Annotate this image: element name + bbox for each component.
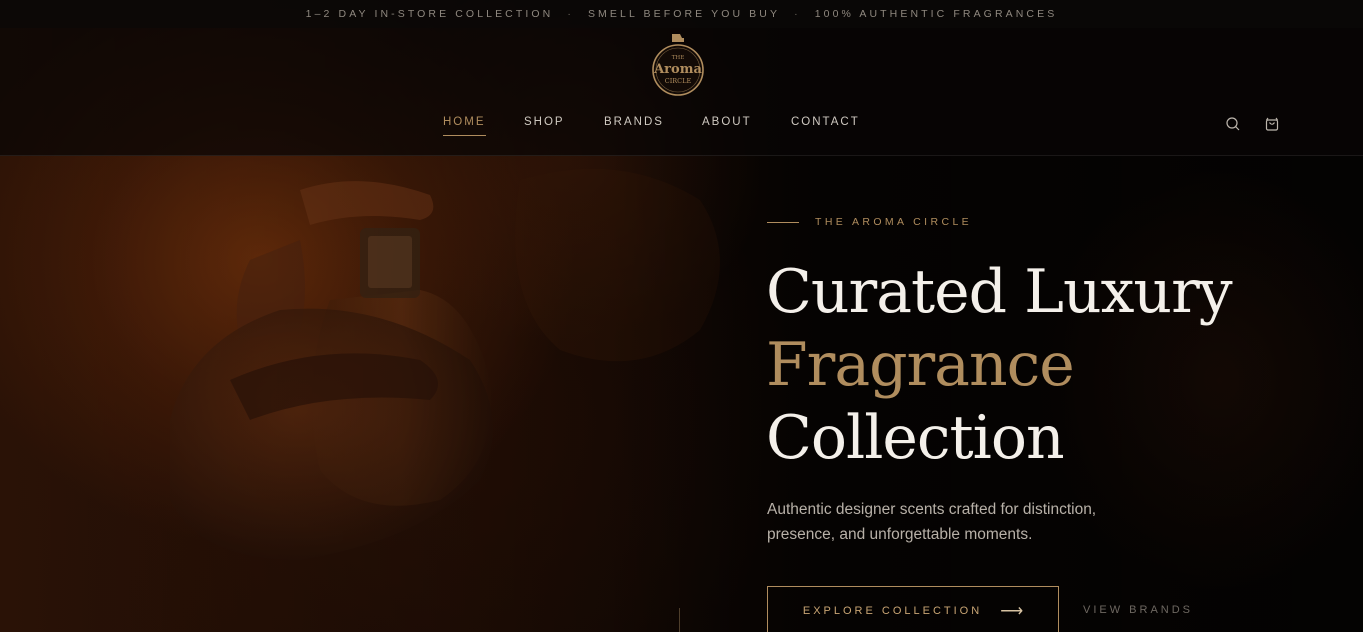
headline-line-1: Curated Luxury bbox=[766, 257, 1233, 327]
view-brands-link[interactable]: VIEW BRANDS bbox=[1083, 604, 1193, 616]
main-nav: HOME SHOP BRANDS ABOUT CONTACT bbox=[0, 116, 1363, 136]
announcement-separator: · bbox=[794, 8, 801, 20]
logo-text-main: Aroma bbox=[653, 62, 702, 77]
eyebrow-line bbox=[767, 221, 799, 223]
announcement-item: 1–2 DAY IN-STORE COLLECTION bbox=[305, 8, 554, 20]
scroll-indicator bbox=[679, 608, 680, 632]
explore-collection-label: EXPLORE COLLECTION bbox=[802, 605, 983, 617]
cart-icon[interactable] bbox=[1264, 116, 1280, 132]
nav-item-home[interactable]: HOME bbox=[443, 116, 486, 136]
logo-text-bottom: CIRCLE bbox=[665, 77, 692, 85]
announcement-item: 100% AUTHENTIC FRAGRANCES bbox=[814, 8, 1058, 20]
search-icon[interactable] bbox=[1225, 116, 1241, 132]
nav-item-brands[interactable]: BRANDS bbox=[604, 116, 664, 128]
hero-headline: Curated Luxury Fragrance Collection bbox=[766, 256, 1326, 475]
logo-text-top: THE bbox=[672, 55, 684, 61]
nav-item-about[interactable]: ABOUT bbox=[702, 116, 752, 128]
headline-line-3: Collection bbox=[766, 403, 1065, 473]
eyebrow-text: THE AROMA CIRCLE bbox=[815, 216, 973, 228]
hero-eyebrow: THE AROMA CIRCLE bbox=[767, 216, 972, 228]
nav-item-contact[interactable]: CONTACT bbox=[791, 116, 860, 128]
announcement-bar: 1–2 DAY IN-STORE COLLECTION · SMELL BEFO… bbox=[0, 0, 1363, 28]
hero-subtext: Authentic designer scents crafted for di… bbox=[767, 501, 1097, 543]
brand-logo[interactable]: THE Aroma CIRCLE bbox=[650, 32, 706, 98]
explore-collection-button[interactable]: EXPLORE COLLECTION ⟶ bbox=[767, 586, 1059, 632]
site-header: THE Aroma CIRCLE HOME SHOP BRANDS ABOUT … bbox=[0, 28, 1363, 156]
announcement-item: SMELL BEFORE YOU BUY bbox=[587, 8, 781, 20]
headline-line-2: Fragrance bbox=[766, 330, 1075, 400]
nav-item-shop[interactable]: SHOP bbox=[524, 116, 565, 128]
arrow-right-icon: ⟶ bbox=[1000, 603, 1024, 620]
announcement-separator: · bbox=[567, 8, 574, 20]
